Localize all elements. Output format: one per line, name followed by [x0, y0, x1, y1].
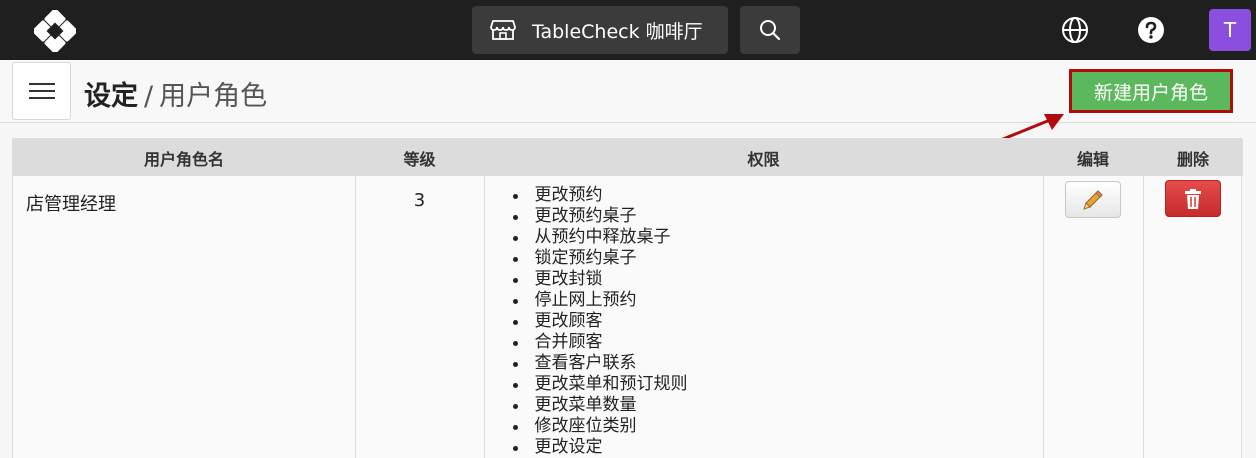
globe-icon[interactable] [1061, 16, 1089, 44]
column-header-delete: 删除 [1143, 139, 1243, 176]
avatar-initial: T [1223, 18, 1237, 42]
role-name-cell: 店管理经理 [26, 194, 116, 215]
trash-icon [1185, 188, 1202, 209]
breadcrumb-user-roles: 用户角色 [159, 81, 268, 112]
role-permissions-cell: 更改预约 更改预约桌子 从预约中释放桌子 锁定预约桌子 更改封锁 停止网上预约 … [483, 176, 1043, 458]
column-header-level: 等级 [355, 139, 484, 176]
breadcrumb-separator: / [144, 81, 154, 112]
permission-item: 更改预约 [512, 185, 1043, 206]
column-header-permissions: 权限 [484, 139, 1043, 176]
store-icon [490, 20, 516, 40]
venue-selector-button[interactable]: TableCheck 咖啡厅 [472, 6, 728, 54]
permission-item: 锁定预约桌子 [512, 248, 1043, 269]
permission-item: 从预约中释放桌子 [512, 227, 1043, 248]
user-avatar[interactable]: T [1209, 9, 1251, 51]
hamburger-menu-button[interactable] [12, 62, 71, 120]
permission-item: 更改设定 [512, 437, 1043, 458]
delete-role-button[interactable] [1165, 180, 1222, 217]
user-roles-table: 用户角色名 等级 权限 编辑 删除 店管理经理 3 更改预约 更改预约桌子 从预… [12, 138, 1243, 458]
edit-role-button[interactable] [1065, 181, 1121, 218]
permission-list: 更改预约 更改预约桌子 从预约中释放桌子 锁定预约桌子 更改封锁 停止网上预约 … [485, 176, 1043, 458]
permission-item: 更改菜单数量 [512, 395, 1043, 416]
role-level-cell: 3 [354, 176, 484, 458]
pencil-icon [1083, 189, 1103, 210]
table-row: 店管理经理 3 更改预约 更改预约桌子 从预约中释放桌子 锁定预约桌子 更改封锁… [13, 176, 1243, 458]
new-user-role-button[interactable]: 新建用户角色 [1069, 69, 1233, 113]
column-header-role-name: 用户角色名 [13, 139, 355, 176]
column-header-edit: 编辑 [1043, 139, 1143, 176]
top-navbar: TableCheck 咖啡厅 T [0, 0, 1256, 60]
delete-cell [1142, 176, 1243, 458]
hamburger-icon [28, 83, 55, 99]
table-header-row: 用户角色名 等级 权限 编辑 删除 [13, 139, 1243, 176]
venue-name: TableCheck 咖啡厅 [532, 20, 703, 43]
permission-item: 合并顾客 [512, 332, 1043, 353]
permission-item: 更改封锁 [512, 269, 1043, 290]
permission-item: 更改预约桌子 [512, 206, 1043, 227]
logo-icon[interactable] [34, 10, 76, 52]
permission-item: 停止网上预约 [512, 290, 1043, 311]
permission-item: 更改菜单和预订规则 [512, 374, 1043, 395]
breadcrumb-settings[interactable]: 设定 [84, 81, 138, 112]
search-icon [760, 20, 781, 41]
permission-item: 更改顾客 [512, 311, 1043, 332]
permission-item: 修改座位类别 [512, 416, 1043, 437]
edit-cell [1042, 176, 1143, 458]
search-button[interactable] [740, 6, 800, 54]
permission-item: 查看客户联系 [512, 353, 1043, 374]
help-icon[interactable] [1137, 16, 1165, 44]
page-title: 设定 / 用户角色 [84, 74, 267, 113]
